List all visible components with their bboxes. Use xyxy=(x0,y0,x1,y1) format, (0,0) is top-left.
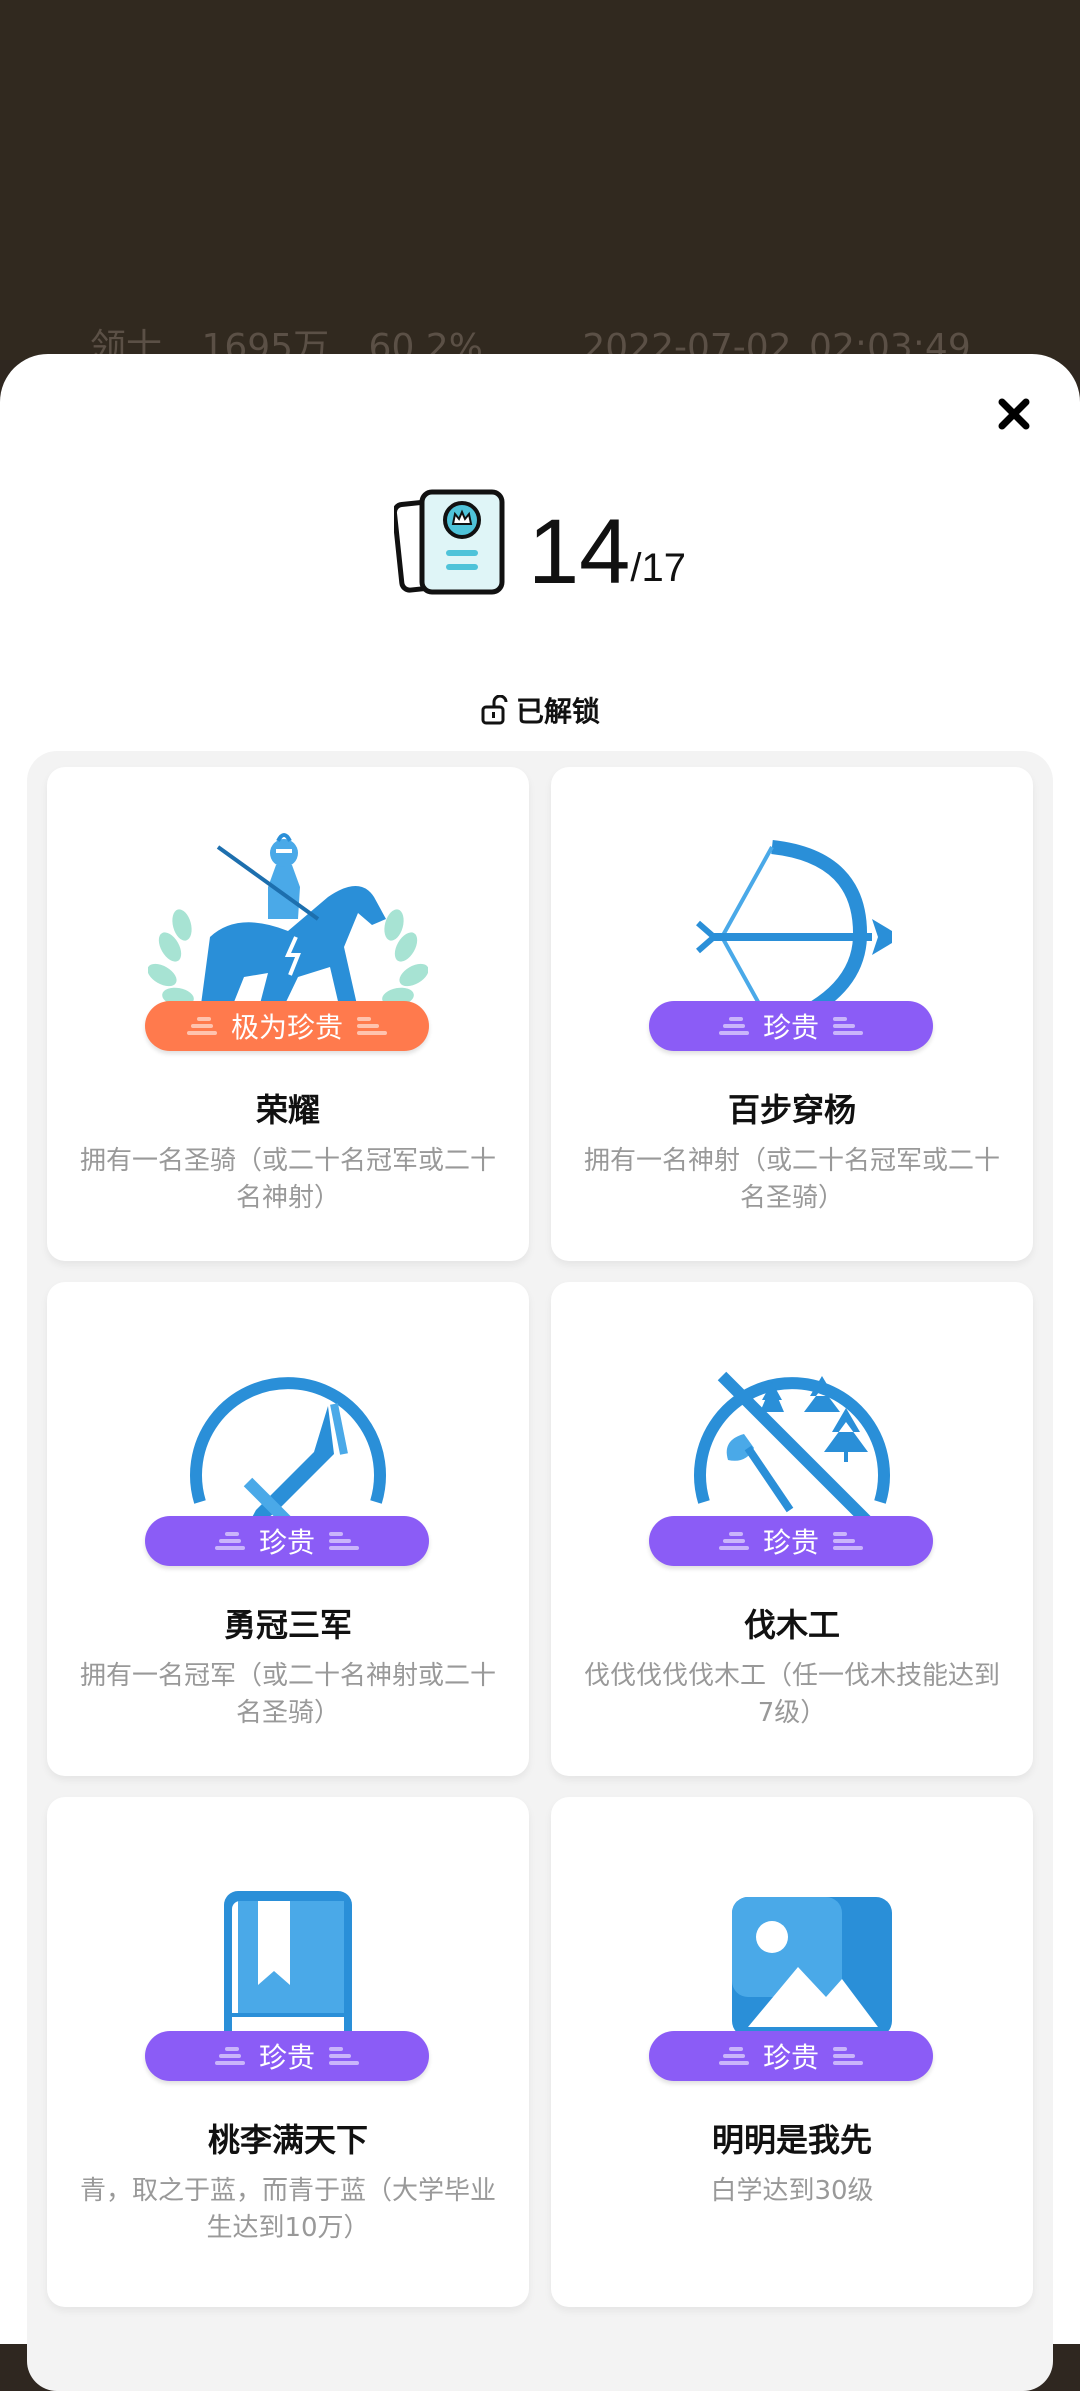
rarity-badge: 极为珍贵 xyxy=(145,1001,429,1051)
achievement-title: 明明是我先 xyxy=(711,2121,872,2159)
achievement-card[interactable]: 珍贵 百步穿杨 拥有一名神射（或二十名冠军或二十名圣骑） xyxy=(551,767,1033,1261)
achievement-card[interactable]: 珍贵 明明是我先 白学达到30级 xyxy=(551,1797,1033,2307)
achievements-sheet: 14 /17 已解锁 极为珍贵 荣耀 拥有一名圣骑（或二十名冠军或二十名神射） … xyxy=(0,354,1080,2391)
rarity-label: 珍贵 xyxy=(762,1526,819,1559)
status-label: 已解锁 xyxy=(515,695,600,728)
achievement-description: 拥有一名神射（或二十名冠军或二十名圣骑） xyxy=(583,1146,1000,1213)
axe-trees-icon xyxy=(694,1371,890,1529)
rarity-label: 珍贵 xyxy=(762,1011,819,1044)
total-count: /17 xyxy=(630,546,686,590)
achievement-title: 勇冠三军 xyxy=(223,1606,352,1644)
rarity-badge: 珍贵 xyxy=(145,1516,429,1566)
rarity-badge: 珍贵 xyxy=(145,2031,429,2081)
close-button[interactable] xyxy=(984,384,1044,444)
achievement-title: 伐木工 xyxy=(743,1606,840,1644)
rarity-label: 极为珍贵 xyxy=(230,1011,343,1044)
rarity-badge: 珍贵 xyxy=(649,2031,933,2081)
achievement-cards-icon xyxy=(394,489,505,595)
achievement-counter: 14 /17 xyxy=(0,486,1080,598)
background-overlay: 领士 1695万 60.2% 2022-07-02 02:03:49 xyxy=(0,0,1080,368)
rarity-badge: 珍贵 xyxy=(649,1001,933,1051)
picture-icon xyxy=(732,1897,892,2037)
achievement-card[interactable]: 珍贵 伐木工 伐伐伐伐伐木工（任一伐木技能达到7级） xyxy=(551,1282,1033,1776)
achievement-description: 青，取之于蓝，而青于蓝（大学毕业生达到10万） xyxy=(79,2176,496,2243)
achievement-card[interactable]: 珍贵 桃李满天下 青，取之于蓝，而青于蓝（大学毕业生达到10万） xyxy=(47,1797,529,2307)
bow-arrow-icon xyxy=(696,840,892,1027)
achievement-card[interactable]: 珍贵 勇冠三军 拥有一名冠军（或二十名神射或二十名圣骑） xyxy=(47,1282,529,1776)
achievement-grid: 极为珍贵 荣耀 拥有一名圣骑（或二十名冠军或二十名神射） 珍贵 百步穿杨 拥有一… xyxy=(27,751,1053,2391)
achievement-description: 拥有一名冠军（或二十名神射或二十名圣骑） xyxy=(79,1661,496,1728)
rarity-label: 珍贵 xyxy=(762,2041,819,2074)
book-icon xyxy=(224,1891,352,2057)
achievement-description: 白学达到30级 xyxy=(710,2176,874,2206)
knight-horse-icon xyxy=(148,833,428,1027)
achievement-title: 荣耀 xyxy=(255,1091,320,1129)
achievement-description: 伐伐伐伐伐木工（任一伐木技能达到7级） xyxy=(583,1661,1000,1728)
rarity-label: 珍贵 xyxy=(258,1526,315,1559)
unlocked-count: 14 xyxy=(528,501,631,603)
sword-icon xyxy=(190,1377,386,1538)
unlocked-status: 已解锁 xyxy=(0,690,1080,730)
rarity-badge: 珍贵 xyxy=(649,1516,933,1566)
unlock-icon xyxy=(481,695,508,725)
achievement-title: 百步穿杨 xyxy=(727,1091,856,1129)
achievement-description: 拥有一名圣骑（或二十名冠军或二十名神射） xyxy=(79,1146,496,1213)
rarity-label: 珍贵 xyxy=(258,2041,315,2074)
achievement-card[interactable]: 极为珍贵 荣耀 拥有一名圣骑（或二十名冠军或二十名神射） xyxy=(47,767,529,1261)
achievement-title: 桃李满天下 xyxy=(207,2121,368,2159)
close-icon xyxy=(998,398,1030,430)
